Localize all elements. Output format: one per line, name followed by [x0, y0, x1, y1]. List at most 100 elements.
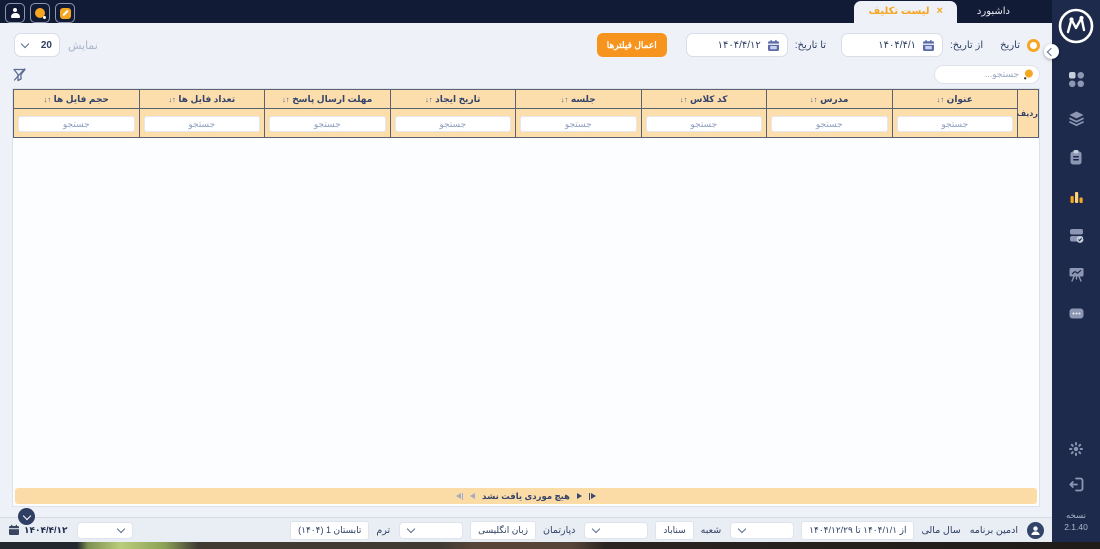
column-file-count[interactable]: تعداد فایل ها ↑↓ [138, 89, 265, 109]
column-search-input[interactable] [645, 116, 762, 132]
chevron-down-icon [22, 511, 31, 520]
column-search-input[interactable] [18, 116, 135, 132]
sidebar-item-more[interactable] [1064, 301, 1088, 325]
presentation-chart-icon [1069, 267, 1083, 282]
sort-icon[interactable]: ↑↓ [425, 95, 433, 104]
logout-icon [1068, 477, 1083, 492]
chevron-down-icon [406, 524, 416, 534]
user-button[interactable] [5, 3, 25, 23]
column-search-input[interactable] [771, 116, 888, 132]
version-info: نسخه 2.1.40 [1064, 509, 1088, 539]
column-created-date[interactable]: تاریخ ایجاد ↑↓ [389, 89, 516, 109]
filter-toolbar: تاریخ از تاریخ: ۱۴۰۴/۴/۱ تا تاریخ: ۱۴۰۴/… [12, 32, 1040, 58]
sidebar-item-reports-active[interactable] [1064, 184, 1088, 208]
page-size-select[interactable]: 20 [14, 33, 60, 57]
desktop-background-strip [0, 542, 1100, 549]
search-toolbar [12, 64, 1040, 84]
tab-label: لیست تکلیف [868, 6, 930, 17]
sort-icon[interactable]: ↑↓ [282, 95, 290, 104]
branch-label: شعبه [700, 524, 722, 536]
column-class-code[interactable]: کد کلاس ↑↓ [640, 89, 767, 109]
chevron-down-icon [20, 39, 30, 49]
department-select[interactable] [399, 521, 464, 539]
sidebar: نسخه 2.1.40 [1052, 0, 1100, 542]
term-value: تابستان 1 (۱۴۰۴) [290, 520, 370, 540]
calendar-icon [923, 39, 935, 51]
column-search-input[interactable] [143, 116, 260, 132]
notifications-button[interactable] [30, 3, 50, 23]
search-input[interactable] [940, 69, 1020, 79]
apply-filters-button[interactable]: اعمال فیلترها [596, 33, 667, 57]
user-avatar[interactable] [1027, 521, 1044, 539]
gear-icon [1069, 441, 1083, 456]
column-instructor[interactable]: مدرس ↑↓ [766, 89, 893, 109]
date-filter-toggle[interactable] [1027, 38, 1040, 52]
assignments-table-panel: ردیف عنوان ↑↓ مدرس ↑↓ کد کلاس ↑↓ جلسه ↑↓… [12, 88, 1040, 507]
column-file-size[interactable]: حجم فایل ها ↑↓ [13, 89, 140, 109]
next-page-button[interactable] [470, 493, 476, 499]
prev-page-button[interactable] [576, 493, 582, 499]
sidebar-item-presentation[interactable] [1064, 262, 1088, 286]
edit-button[interactable] [55, 3, 75, 23]
department-group: دپارتمان زبان انگلیسی [399, 520, 576, 540]
global-search[interactable] [934, 64, 1040, 84]
clear-filters-icon[interactable] [12, 67, 27, 82]
to-date-input[interactable]: ۱۴۰۴/۴/۱۲ [685, 33, 788, 57]
person-icon [1031, 525, 1040, 535]
dashboard-grid-icon [1068, 71, 1084, 87]
column-search-input[interactable] [520, 116, 637, 132]
column-search-input[interactable] [394, 116, 511, 132]
column-session[interactable]: جلسه ↑↓ [515, 89, 642, 109]
status-bar: ادمین برنامه سال مالی از ۱۴۰۴/۱/۱ تا ۱۴۰… [0, 517, 1052, 542]
window-buttons [5, 3, 75, 23]
collapse-sidebar-button[interactable] [1044, 44, 1059, 59]
department-label: دپارتمان [543, 524, 576, 536]
sort-icon[interactable]: ↑↓ [937, 95, 945, 104]
main-content: تاریخ از تاریخ: ۱۴۰۴/۴/۱ تا تاریخ: ۱۴۰۴/… [0, 23, 1052, 542]
tab-assignments-list[interactable]: × لیست تکلیف [854, 1, 957, 23]
sidebar-item-finance[interactable] [1064, 223, 1088, 247]
empty-state-message: هیچ موردی یافت نشد [482, 490, 570, 501]
sidebar-item-tasks[interactable] [1064, 145, 1088, 169]
sidebar-item-layers[interactable] [1064, 106, 1088, 130]
first-page-button[interactable] [588, 492, 597, 500]
fiscal-year-value: از ۱۴۰۴/۱/۱ تا ۱۴۰۴/۱۲/۲۹ [801, 520, 915, 540]
sort-icon[interactable]: ↑↓ [561, 95, 569, 104]
collapse-statusbar-button[interactable] [18, 508, 35, 525]
column-title[interactable]: عنوان ↑↓ [891, 89, 1018, 109]
term-select[interactable] [77, 521, 134, 539]
sidebar-menu [1064, 67, 1088, 325]
column-search-input[interactable] [896, 116, 1013, 132]
tab-dashboard[interactable]: داشبورد [965, 1, 1022, 23]
to-date-label: تا تاریخ: [794, 39, 827, 51]
column-reply-deadline[interactable]: مهلت ارسال پاسخ ↑↓ [264, 89, 391, 109]
sort-icon[interactable]: ↑↓ [44, 95, 52, 104]
sort-icon[interactable]: ↑↓ [810, 95, 818, 104]
from-date-label: از تاریخ: [950, 39, 984, 51]
sort-icon[interactable]: ↑↓ [168, 95, 176, 104]
close-tab-icon[interactable]: × [936, 6, 942, 17]
chevron-down-icon [117, 524, 126, 534]
calendar-icon [9, 524, 19, 535]
app-window: { "colors": { "navy": "#1d2a4b", "topbar… [0, 0, 1100, 549]
term-group: ترم تابستان 1 (۱۴۰۴) [290, 520, 391, 540]
app-logo-icon [1057, 7, 1095, 45]
last-page-button[interactable] [455, 492, 464, 500]
filter-cell-created-date [389, 108, 516, 138]
term-label: ترم [376, 524, 391, 536]
user-icon [10, 8, 20, 18]
branch-group: شعبه سناباد [584, 520, 722, 540]
logout-button[interactable] [1064, 473, 1088, 497]
settings-button[interactable] [1064, 437, 1088, 461]
from-date-input[interactable]: ۱۴۰۴/۴/۱ [841, 33, 944, 57]
branch-select[interactable] [584, 521, 649, 539]
bar-chart-icon [1070, 191, 1083, 203]
column-search-input[interactable] [269, 116, 386, 132]
filter-cell-instructor [766, 108, 893, 138]
sidebar-item-dashboard[interactable] [1064, 67, 1088, 91]
sort-icon[interactable]: ↑↓ [680, 95, 688, 104]
fiscal-year-select[interactable] [730, 521, 795, 539]
filter-cell-file-size [13, 108, 140, 138]
edit-icon [59, 7, 71, 19]
filter-cell-session [515, 108, 642, 138]
